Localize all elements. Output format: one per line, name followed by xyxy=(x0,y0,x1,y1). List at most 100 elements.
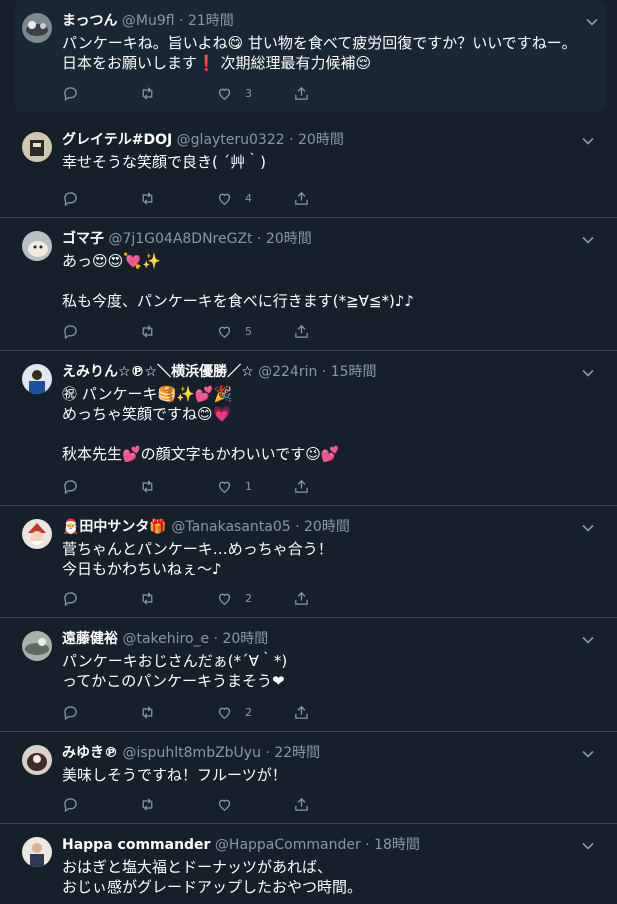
handle[interactable]: @glayteru0322 xyxy=(177,132,285,148)
reply-button[interactable] xyxy=(62,588,79,608)
avatar[interactable] xyxy=(22,837,52,867)
like-button[interactable]: 2 xyxy=(216,702,252,722)
avatar[interactable] xyxy=(22,364,52,394)
timestamp[interactable]: · 21時間 xyxy=(179,13,234,29)
handle[interactable]: @Tanakasanta05 xyxy=(171,519,290,535)
tweet-text: おはぎと塩大福とドーナッツがあれば、 おじぃ感がグレードアップしたおやつ時間。 xyxy=(62,858,363,896)
handle[interactable]: @7j1G04A8DNreGZt xyxy=(108,231,252,247)
share-button[interactable] xyxy=(293,702,310,722)
retweet-button[interactable] xyxy=(139,476,156,496)
chevron-down-icon[interactable] xyxy=(581,632,595,646)
tweet-actions: 2 xyxy=(62,702,322,722)
like-button[interactable]: 2 xyxy=(216,588,252,608)
display-name[interactable]: えみりん☆℗☆＼横浜優勝／☆ xyxy=(62,364,254,380)
display-name[interactable]: みゆき℗ xyxy=(62,745,118,761)
share-button[interactable] xyxy=(293,321,310,341)
avatar[interactable] xyxy=(22,631,52,661)
chevron-down-icon[interactable] xyxy=(581,133,595,147)
avatar[interactable] xyxy=(22,132,52,162)
timestamp[interactable]: · 15時間 xyxy=(322,364,377,380)
chevron-down-icon[interactable] xyxy=(581,232,595,246)
avatar[interactable] xyxy=(22,231,52,261)
tweet[interactable]: えみりん☆℗☆＼横浜優勝／☆ @224rin · 15時間 ㊗ パンケーキ🥞✨💕… xyxy=(0,351,617,506)
tweet[interactable]: ゴマ子 @7j1G04A8DNreGZt · 20時間 あっ😍😍💘✨ 私も今度、… xyxy=(0,218,617,351)
like-button[interactable]: 1 xyxy=(216,476,252,496)
share-icon xyxy=(295,324,308,338)
timestamp[interactable]: · 18時間 xyxy=(365,837,420,853)
retweet-button[interactable] xyxy=(139,188,156,208)
tweet-text: 美味しそうですね！フルーツが！ xyxy=(62,766,287,784)
timestamp[interactable]: · 20時間 xyxy=(295,519,350,535)
heart-icon xyxy=(218,707,231,719)
handle[interactable]: @takehiro_e xyxy=(122,631,209,647)
timestamp[interactable]: · 20時間 xyxy=(289,132,344,148)
like-count: 1 xyxy=(245,479,252,493)
like-count: 4 xyxy=(245,191,252,205)
chevron-down-icon[interactable] xyxy=(585,14,599,28)
retweet-button[interactable] xyxy=(139,321,156,341)
share-button[interactable] xyxy=(293,476,310,496)
retweet-icon xyxy=(142,479,153,493)
tweet-actions: 2 xyxy=(62,588,322,608)
tweet-actions xyxy=(62,794,322,814)
avatar[interactable] xyxy=(22,519,52,549)
chevron-down-icon[interactable] xyxy=(581,365,595,379)
reply-button[interactable] xyxy=(62,321,79,341)
handle[interactable]: @224rin xyxy=(258,364,317,380)
heart-icon xyxy=(218,799,231,811)
reply-icon xyxy=(64,191,77,206)
retweet-icon xyxy=(142,324,153,338)
chevron-down-icon[interactable] xyxy=(581,746,595,760)
avatar[interactable] xyxy=(22,745,52,775)
timestamp[interactable]: · 22時間 xyxy=(265,745,320,761)
like-button[interactable] xyxy=(216,794,245,814)
display-name[interactable]: ゴマ子 xyxy=(62,231,104,247)
retweet-button[interactable] xyxy=(139,83,156,103)
display-name[interactable]: グレイテル#DOJ xyxy=(62,132,172,148)
share-button[interactable] xyxy=(293,588,310,608)
like-count: 3 xyxy=(245,86,252,100)
tweet-actions: 3 xyxy=(62,83,322,103)
like-button[interactable]: 3 xyxy=(216,83,252,103)
like-button[interactable]: 5 xyxy=(216,321,252,341)
avatar[interactable] xyxy=(22,13,52,43)
reply-button[interactable] xyxy=(62,794,79,814)
retweet-button[interactable] xyxy=(139,794,156,814)
heart-icon xyxy=(218,326,231,338)
reply-button[interactable] xyxy=(62,702,79,722)
tweet[interactable]: Happa commander @HappaCommander · 18時間 お… xyxy=(0,824,617,904)
tweet[interactable]: まっつん @Mu9fl · 21時間 パンケーキね。旨いよね😋 甘い物を食べて疲… xyxy=(14,0,607,112)
handle[interactable]: @ispuhlt8mbZbUyu xyxy=(122,745,261,761)
share-button[interactable] xyxy=(293,794,310,814)
reply-button[interactable] xyxy=(62,83,79,103)
display-name[interactable]: Happa commander xyxy=(62,837,210,853)
handle[interactable]: @HappaCommander xyxy=(215,837,361,853)
reply-icon xyxy=(64,705,77,720)
tweet[interactable]: 遠藤健裕 @takehiro_e · 20時間 パンケーキおじさんだぁ(*´∀｀… xyxy=(0,618,617,732)
tweet[interactable]: グレイテル#DOJ @glayteru0322 · 20時間 幸せそうな笑顔で良… xyxy=(0,119,617,218)
like-button[interactable]: 4 xyxy=(216,188,252,208)
handle[interactable]: @Mu9fl xyxy=(122,13,175,29)
tweet-header: まっつん @Mu9fl · 21時間 xyxy=(62,12,567,30)
reply-button[interactable] xyxy=(62,476,79,496)
display-name[interactable]: 遠藤健裕 xyxy=(62,631,118,647)
display-name[interactable]: まっつん xyxy=(62,13,117,29)
tweet-header: 遠藤健裕 @takehiro_e · 20時間 xyxy=(62,630,577,648)
chevron-down-icon[interactable] xyxy=(581,520,595,534)
share-button[interactable] xyxy=(293,83,310,103)
display-name[interactable]: 🎅田中サンタ🎁 xyxy=(62,519,167,535)
share-button[interactable] xyxy=(293,188,310,208)
reply-button[interactable] xyxy=(62,188,79,208)
tweet-text: 菅ちゃんとパンケーキ…めっちゃ合う！ 今日もかわちいねぇ〜♪ xyxy=(62,540,333,578)
tweet[interactable]: 🎅田中サンタ🎁 @Tanakasanta05 · 20時間 菅ちゃんとパンケーキ… xyxy=(0,506,617,618)
tweet-header: みゆき℗ @ispuhlt8mbZbUyu · 22時間 xyxy=(62,744,577,762)
timestamp[interactable]: · 20時間 xyxy=(214,631,269,647)
retweet-button[interactable] xyxy=(139,588,156,608)
retweet-button[interactable] xyxy=(139,702,156,722)
share-icon xyxy=(295,86,308,100)
chevron-down-icon[interactable] xyxy=(581,838,595,852)
timestamp[interactable]: · 20時間 xyxy=(257,231,312,247)
reply-icon xyxy=(64,479,77,494)
tweet-text: パンケーキおじさんだぁ(*´∀｀*) ってかこのパンケーキうまそう❤ xyxy=(62,652,288,690)
tweet[interactable]: みゆき℗ @ispuhlt8mbZbUyu · 22時間 美味しそうですね！フル… xyxy=(0,732,617,824)
